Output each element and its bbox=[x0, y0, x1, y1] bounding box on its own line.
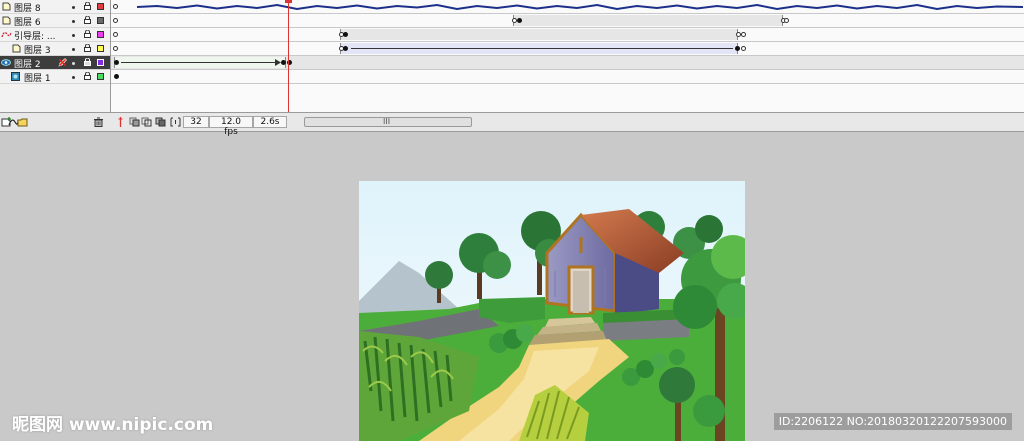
visibility-dot[interactable] bbox=[72, 20, 75, 23]
keyframe-empty[interactable] bbox=[784, 18, 789, 23]
center-frame-icon[interactable] bbox=[115, 117, 126, 127]
keyframe-empty[interactable] bbox=[741, 46, 746, 51]
stage-canvas[interactable] bbox=[359, 181, 745, 441]
keyframe-empty[interactable] bbox=[113, 32, 118, 37]
outline-color-swatch[interactable] bbox=[97, 3, 104, 10]
layer-row-guide[interactable]: 引导层: ... bbox=[0, 28, 110, 42]
tween-arrow bbox=[351, 48, 733, 49]
timeline-panel: 图层 8 图层 6 引导层: ... 图层 3 图层 2 图层 1 32 12.… bbox=[0, 0, 1024, 137]
visibility-dot[interactable] bbox=[72, 6, 75, 9]
outline-color-swatch[interactable] bbox=[97, 59, 104, 66]
visibility-dot[interactable] bbox=[72, 76, 75, 79]
keyframe[interactable] bbox=[343, 46, 348, 51]
layer-row-2-selected[interactable]: 图层 2 bbox=[0, 56, 110, 70]
keyframe[interactable] bbox=[114, 74, 119, 79]
frame-row-8[interactable] bbox=[111, 0, 1024, 14]
lock-icon[interactable] bbox=[84, 72, 91, 80]
layer-page-icon bbox=[12, 44, 21, 53]
lock-icon[interactable] bbox=[84, 30, 91, 38]
frame-row-3[interactable] bbox=[111, 42, 1024, 56]
layer-name: 图层 3 bbox=[24, 46, 51, 56]
layer-name: 图层 8 bbox=[14, 4, 41, 14]
tween-arrow bbox=[121, 62, 279, 63]
visibility-dot[interactable] bbox=[72, 48, 75, 51]
trash-icon[interactable] bbox=[93, 117, 104, 127]
layer-page-icon bbox=[2, 16, 11, 25]
layer-name: 图层 2 bbox=[14, 60, 41, 70]
keyframe[interactable] bbox=[517, 18, 522, 23]
layer-name: 引导层: ... bbox=[14, 32, 56, 42]
lock-icon[interactable] bbox=[84, 2, 91, 10]
layer-row-1[interactable]: 图层 1 bbox=[0, 70, 110, 84]
lock-icon[interactable] bbox=[84, 58, 91, 66]
motion-guide-icon bbox=[1, 31, 12, 38]
playhead-handle[interactable] bbox=[285, 0, 292, 3]
keyframe[interactable] bbox=[343, 32, 348, 37]
layer-row-3[interactable]: 图层 3 bbox=[0, 42, 110, 56]
mask-layer-icon bbox=[11, 72, 20, 81]
keyframe-empty[interactable] bbox=[113, 18, 118, 23]
layer-row-6[interactable]: 图层 6 bbox=[0, 14, 110, 28]
onion-markers-icon[interactable] bbox=[170, 117, 181, 127]
elapsed-time-field: 2.6s bbox=[253, 116, 287, 128]
outline-color-swatch[interactable] bbox=[97, 45, 104, 52]
timeline-status-bar: 32 12.0 fps 2.6s III bbox=[0, 112, 1024, 137]
layer-name: 图层 1 bbox=[24, 74, 51, 84]
frame-rate-field[interactable]: 12.0 fps bbox=[209, 116, 253, 137]
frame-span[interactable] bbox=[513, 15, 783, 26]
lock-icon[interactable] bbox=[84, 44, 91, 52]
scroll-grip[interactable]: III bbox=[383, 118, 390, 126]
frame-row-1[interactable] bbox=[111, 70, 1024, 84]
layer-list: 图层 8 图层 6 引导层: ... 图层 3 图层 2 图层 1 bbox=[0, 0, 111, 112]
keyframe[interactable] bbox=[114, 60, 119, 65]
layer-name: 图层 6 bbox=[14, 18, 41, 28]
outline-color-swatch[interactable] bbox=[97, 73, 104, 80]
frames-grid[interactable] bbox=[111, 0, 1024, 112]
onion-skin-outline-icon[interactable] bbox=[141, 117, 152, 127]
outline-color-swatch[interactable] bbox=[97, 17, 104, 24]
keyframe-empty[interactable] bbox=[113, 4, 118, 9]
keyframe-empty[interactable] bbox=[113, 46, 118, 51]
horizontal-scrollbar[interactable]: III bbox=[304, 117, 472, 127]
pencil-edit-icon bbox=[58, 58, 67, 67]
farmhouse-illustration bbox=[359, 181, 745, 441]
watermark-id: ID:2206122 NO:20180320122207593000 bbox=[773, 413, 1012, 430]
watermark-site: 昵图网 www.nipic.com bbox=[12, 415, 214, 435]
playhead[interactable] bbox=[288, 0, 289, 113]
current-frame-field: 32 bbox=[183, 116, 209, 128]
keyframe[interactable] bbox=[735, 46, 740, 51]
frame-row-6[interactable] bbox=[111, 14, 1024, 28]
frame-row-2[interactable] bbox=[111, 56, 1024, 70]
add-folder-icon[interactable] bbox=[17, 117, 28, 127]
visibility-dot[interactable] bbox=[72, 34, 75, 37]
onion-skin-icon[interactable] bbox=[129, 117, 140, 127]
audio-waveform bbox=[137, 3, 1023, 11]
layer-page-icon bbox=[2, 2, 11, 11]
keyframe[interactable] bbox=[281, 60, 286, 65]
layer-row-8[interactable]: 图层 8 bbox=[0, 0, 110, 14]
visibility-dot[interactable] bbox=[72, 62, 75, 65]
lock-icon[interactable] bbox=[84, 16, 91, 24]
edit-multiple-frames-icon[interactable] bbox=[155, 117, 166, 127]
eye-icon bbox=[1, 59, 11, 66]
frame-span[interactable] bbox=[340, 29, 738, 40]
keyframe-empty[interactable] bbox=[741, 32, 746, 37]
outline-color-swatch[interactable] bbox=[97, 31, 104, 38]
frame-row-guide[interactable] bbox=[111, 28, 1024, 42]
